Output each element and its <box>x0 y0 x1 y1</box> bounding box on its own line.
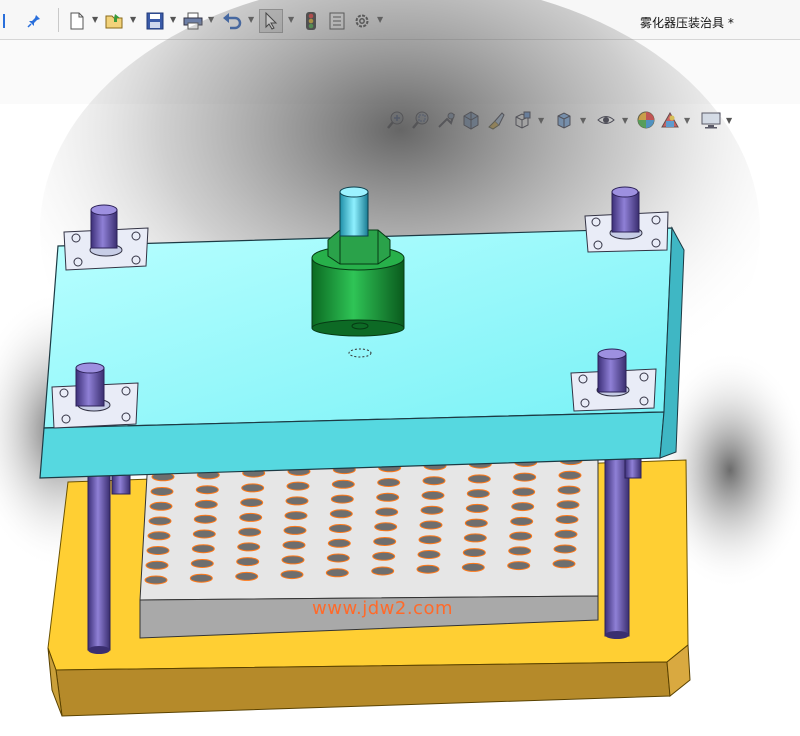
fixture-hole <box>554 529 578 539</box>
fixture-hole <box>328 524 352 533</box>
fixture-hole <box>422 476 446 486</box>
fixture-hole <box>240 498 264 508</box>
fixture-hole <box>421 490 445 500</box>
fixture-hole <box>513 472 537 482</box>
fixture-hole <box>463 533 487 543</box>
fixture-hole <box>144 575 168 585</box>
fixture-hole <box>147 531 171 541</box>
fixture-hole <box>373 537 397 546</box>
fixture-hole <box>146 546 170 555</box>
fixture-hole <box>285 496 309 506</box>
fixture-hole <box>237 542 261 552</box>
fixture-hole <box>283 525 307 535</box>
fixture-hole <box>511 502 535 512</box>
fixture-hole <box>374 522 398 532</box>
fixture-hole <box>326 553 350 563</box>
fixture-hole <box>148 516 172 526</box>
fixture-hole <box>149 501 173 511</box>
fixture-hole <box>325 568 349 578</box>
pillar-top-front-right[interactable] <box>597 348 627 393</box>
fixture-hole <box>280 570 304 580</box>
fixture-hole <box>372 551 396 561</box>
fixture-hole <box>512 487 536 497</box>
fixture-hole <box>241 483 265 493</box>
fixture-hole <box>284 511 308 521</box>
fixture-hole <box>329 509 353 519</box>
fixture-hole <box>194 499 218 509</box>
fixture-hole <box>327 538 351 548</box>
fixture-hole <box>192 529 216 539</box>
fixture-hole <box>190 559 214 568</box>
fixture-hole <box>509 531 533 541</box>
fixture-hole <box>286 481 310 491</box>
fixture-hole <box>417 550 441 559</box>
pillar-top-back-left[interactable] <box>90 204 118 249</box>
fixture-hole <box>281 555 305 565</box>
fixture-hole <box>552 559 576 569</box>
fixture-hole <box>376 492 400 502</box>
fixture-hole <box>236 557 260 567</box>
fixture-hole <box>555 515 579 524</box>
fixture-hole <box>510 516 534 526</box>
fixture-hole <box>557 485 581 495</box>
fixture-hole <box>553 544 577 554</box>
fixture-hole <box>419 520 443 530</box>
fixture-hole <box>464 518 488 528</box>
fixture-hole <box>418 535 442 545</box>
fixture-hole <box>330 494 354 504</box>
fixture-hole <box>465 503 489 513</box>
fixture-hole <box>371 566 395 576</box>
fixture-hole <box>420 505 444 515</box>
fixture-hole <box>558 470 582 480</box>
model-scene[interactable] <box>0 0 800 736</box>
fixture-hole <box>461 562 485 572</box>
watermark-text: www.jdw2.com <box>312 598 453 619</box>
fixture-hole <box>235 571 259 581</box>
fixture-hole <box>416 564 440 574</box>
fixture-hole <box>238 527 262 537</box>
fixture-hole <box>191 544 215 554</box>
press-stem[interactable] <box>339 186 369 237</box>
fixture-hole <box>189 573 213 583</box>
fixture-hole <box>556 500 580 510</box>
fixture-hole <box>193 514 217 524</box>
fixture-hole <box>467 474 491 484</box>
fixture-hole <box>377 478 401 487</box>
fixture-hole <box>195 485 219 495</box>
fixture-hole <box>239 512 263 522</box>
fixture-hole <box>375 507 399 517</box>
fixture-hole <box>282 540 306 550</box>
fixture-hole <box>507 561 531 571</box>
fixture-hole <box>145 560 169 570</box>
pillar-top-front-left[interactable] <box>75 362 105 407</box>
pillar-top-back-right[interactable] <box>611 186 640 233</box>
fixture-hole <box>466 489 490 499</box>
fixture-hole <box>462 548 486 558</box>
fixture-hole <box>150 487 174 496</box>
fixture-hole <box>331 479 355 489</box>
fixture-hole <box>508 546 532 556</box>
